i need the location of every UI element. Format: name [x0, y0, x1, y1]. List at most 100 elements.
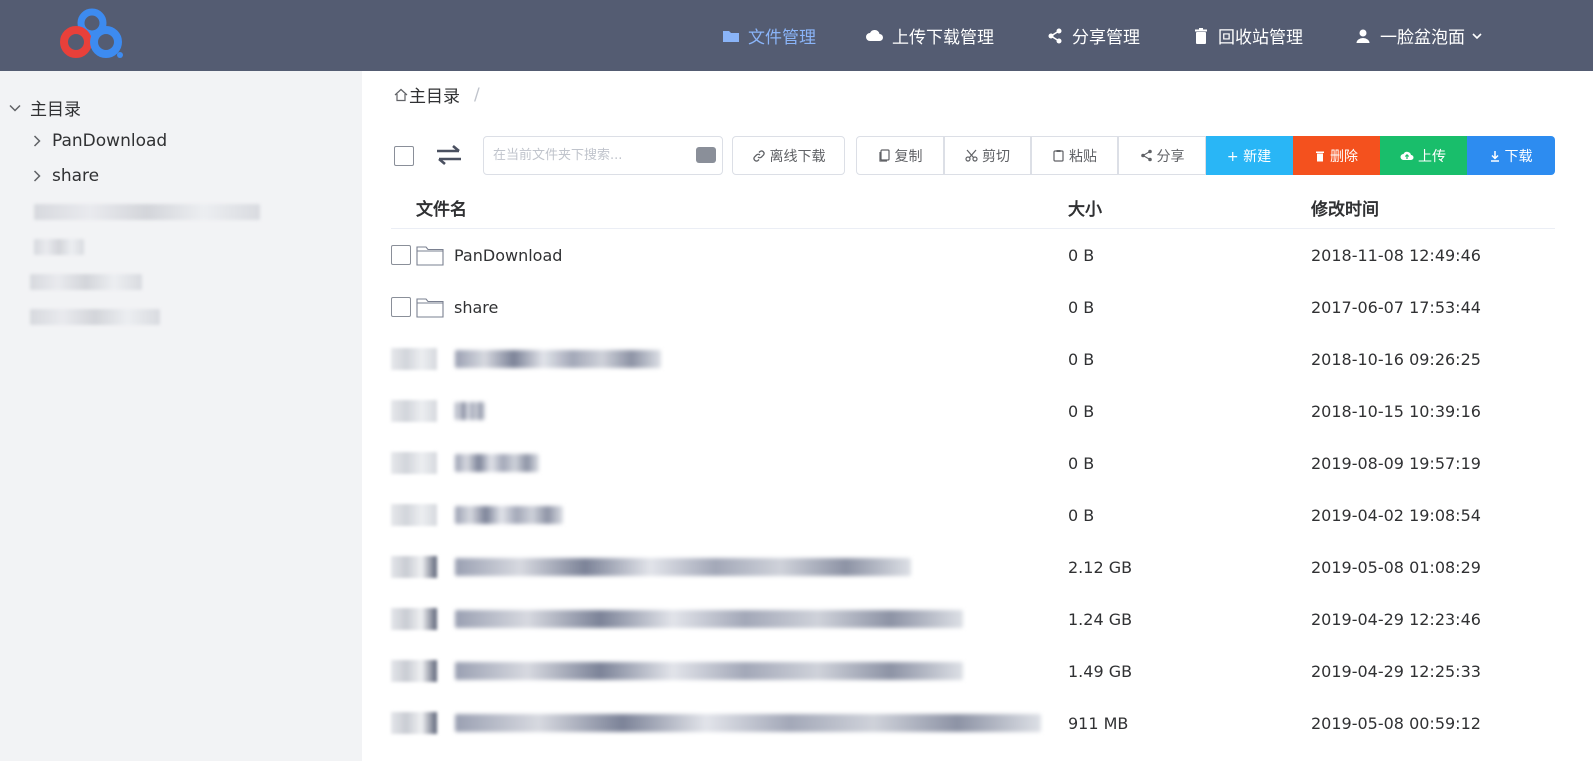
- search-input[interactable]: [484, 137, 684, 174]
- upload-label: 上传: [1418, 148, 1446, 165]
- file-size: 0 B: [1068, 453, 1095, 473]
- nav-share-management[interactable]: 分享管理: [1046, 0, 1140, 71]
- table-row[interactable]: 1.49 GB 2019-04-29 12:25:33: [391, 645, 1561, 697]
- nav-label: 上传下载管理: [892, 28, 994, 48]
- select-all-checkbox[interactable]: [394, 146, 414, 166]
- download-button[interactable]: 下载: [1467, 136, 1555, 175]
- cloud-icon: [866, 27, 884, 45]
- nav-label: 分享管理: [1072, 28, 1140, 48]
- breadcrumb-home[interactable]: 主目录: [409, 82, 460, 107]
- scissors-icon: [965, 149, 978, 162]
- offline-download-button[interactable]: 离线下载: [732, 136, 845, 175]
- blurred-file-name[interactable]: [455, 610, 963, 628]
- new-label: + 新建: [1226, 148, 1272, 165]
- tree-item-label: share: [52, 166, 100, 186]
- paste-button[interactable]: 粘贴: [1031, 136, 1118, 175]
- blurred-file-name[interactable]: [455, 662, 963, 680]
- file-size: 0 B: [1068, 297, 1095, 317]
- chevron-right-icon: [33, 170, 41, 182]
- nav-file-management[interactable]: 文件管理: [722, 0, 816, 71]
- blurred-file-name[interactable]: [455, 350, 661, 368]
- blurred-tree-item[interactable]: [34, 239, 84, 255]
- download-label: 下载: [1504, 148, 1533, 165]
- copy-label: 复制: [894, 148, 923, 165]
- nav-label: 回收站管理: [1218, 28, 1303, 48]
- share-button[interactable]: 分享: [1118, 136, 1206, 175]
- share-icon: [1140, 149, 1152, 162]
- blurred-file-icon: [391, 660, 437, 682]
- table-row[interactable]: 1.24 GB 2019-04-29 12:23:46: [391, 593, 1561, 645]
- blurred-tree-item[interactable]: [30, 274, 142, 290]
- file-name[interactable]: PanDownload: [454, 246, 562, 265]
- file-modified: 2019-08-09 19:57:19: [1311, 453, 1481, 473]
- breadcrumb: 主目录 /: [393, 82, 480, 107]
- file-modified: 2019-04-29 12:23:46: [1311, 609, 1481, 629]
- column-header-size[interactable]: 大小: [1068, 195, 1102, 220]
- blurred-file-name[interactable]: [455, 402, 485, 420]
- table-row[interactable]: 2.12 GB 2019-05-08 01:08:29: [391, 541, 1561, 593]
- download-icon: [1490, 150, 1499, 162]
- file-modified: 2017-06-07 17:53:44: [1311, 297, 1481, 317]
- table-row[interactable]: 0 B 2018-10-16 09:26:25: [391, 333, 1561, 385]
- share-label: 分享: [1156, 148, 1185, 165]
- file-size: 911 MB: [1068, 713, 1129, 733]
- table-row[interactable]: 911 MB 2019-05-08 00:59:12: [391, 697, 1561, 749]
- user-name: 一脸盆泡面: [1380, 28, 1465, 48]
- file-modified: 2018-10-15 10:39:16: [1311, 401, 1481, 421]
- trash-icon: [1192, 27, 1210, 45]
- blurred-file-name[interactable]: [455, 558, 911, 576]
- keyboard-icon[interactable]: [696, 147, 716, 163]
- table-row[interactable]: PanDownload 0 B 2018-11-08 12:49:46: [391, 229, 1561, 281]
- copy-button[interactable]: 复制: [856, 136, 944, 175]
- file-size: 0 B: [1068, 401, 1095, 421]
- tree-item-pandownload[interactable]: PanDownload: [30, 131, 167, 151]
- nav-recycle-bin[interactable]: 回收站管理: [1192, 0, 1303, 71]
- search-box: [483, 136, 723, 175]
- file-size: 2.12 GB: [1068, 557, 1133, 577]
- file-size: 0 B: [1068, 349, 1095, 369]
- share-icon: [1046, 27, 1064, 45]
- tree-root-label: 主目录: [30, 100, 81, 120]
- upload-button[interactable]: 上传: [1380, 136, 1467, 175]
- top-navbar: 文件管理 上传下载管理 分享管理 回收站管理 一脸盆泡面: [0, 0, 1593, 71]
- delete-label: 删除: [1330, 148, 1358, 165]
- chevron-down-icon: [1471, 30, 1483, 42]
- row-checkbox[interactable]: [391, 297, 411, 317]
- file-modified: 2019-05-08 01:08:29: [1311, 557, 1481, 577]
- folder-icon: [722, 27, 740, 45]
- cut-button[interactable]: 剪切: [944, 136, 1031, 175]
- blurred-file-name[interactable]: [455, 506, 563, 524]
- file-size: 0 B: [1068, 505, 1095, 525]
- blurred-file-icon: [391, 504, 437, 526]
- breadcrumb-separator: /: [474, 84, 480, 105]
- nav-transfer-management[interactable]: 上传下载管理: [866, 0, 994, 71]
- table-row[interactable]: 0 B 2018-10-15 10:39:16: [391, 385, 1561, 437]
- column-header-name[interactable]: 文件名: [416, 195, 467, 220]
- new-folder-button[interactable]: + 新建: [1206, 136, 1293, 175]
- column-header-modified[interactable]: 修改时间: [1311, 195, 1379, 220]
- file-name[interactable]: share: [454, 298, 498, 317]
- home-icon: [394, 88, 408, 101]
- table-row[interactable]: 0 B 2019-04-02 19:08:54: [391, 489, 1561, 541]
- chevron-down-icon: [9, 104, 21, 112]
- swap-view-icon[interactable]: [434, 143, 464, 171]
- blurred-file-name[interactable]: [455, 714, 1041, 732]
- tree-root[interactable]: 主目录: [8, 95, 81, 120]
- offline-download-label: 离线下载: [769, 148, 826, 165]
- trash-icon: [1316, 151, 1324, 161]
- user-icon: [1354, 27, 1372, 45]
- blurred-file-name[interactable]: [455, 454, 539, 472]
- tree-item-share[interactable]: share: [30, 166, 99, 186]
- blurred-tree-item[interactable]: [34, 204, 260, 220]
- blurred-file-icon: [391, 556, 437, 578]
- file-size: 0 B: [1068, 245, 1095, 265]
- table-row[interactable]: 0 B 2019-08-09 19:57:19: [391, 437, 1561, 489]
- baidu-cloud-logo[interactable]: [58, 6, 128, 62]
- delete-button[interactable]: 删除: [1293, 136, 1380, 175]
- table-row[interactable]: share 0 B 2017-06-07 17:53:44: [391, 281, 1561, 333]
- file-modified: 2018-11-08 12:49:46: [1311, 245, 1481, 265]
- user-menu[interactable]: 一脸盆泡面: [1354, 0, 1483, 71]
- nav-label: 文件管理: [748, 28, 816, 48]
- row-checkbox[interactable]: [391, 245, 411, 265]
- blurred-tree-item[interactable]: [30, 309, 160, 325]
